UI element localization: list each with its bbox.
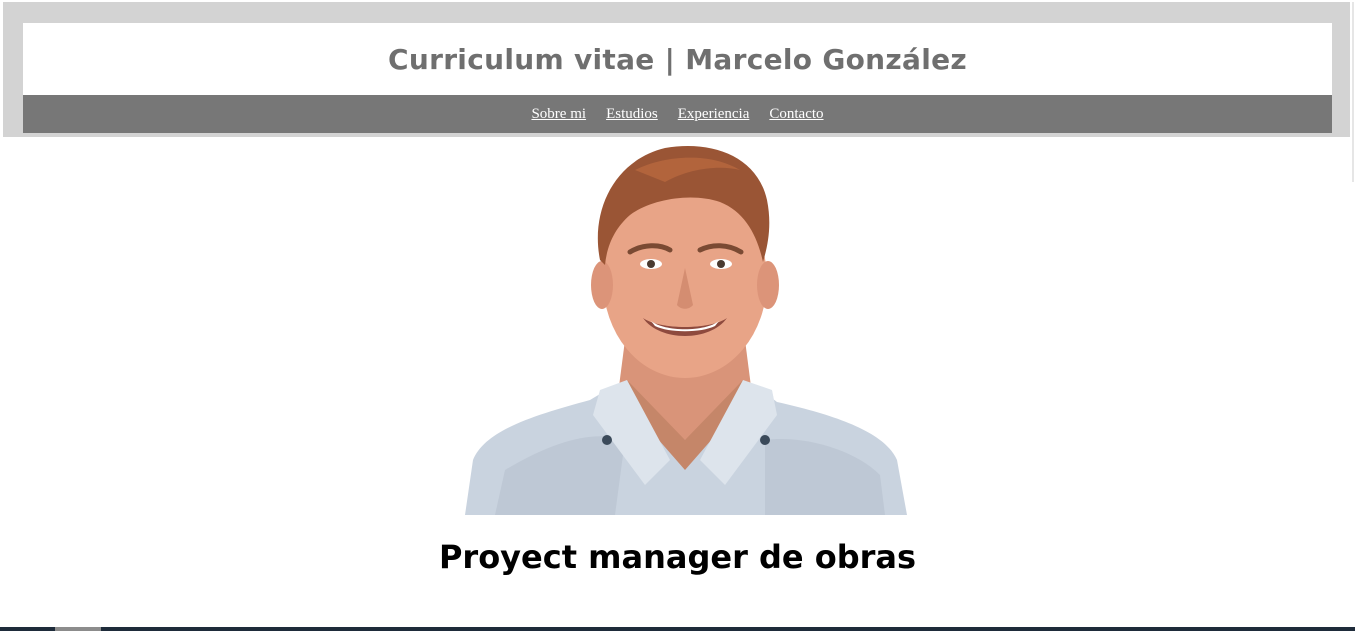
nav-link-sobre-mi[interactable]: Sobre mi xyxy=(531,106,586,123)
title-bar: Curriculum vitae | Marcelo González xyxy=(23,23,1332,95)
page-title: Curriculum vitae | Marcelo González xyxy=(388,42,967,76)
nav-link-estudios[interactable]: Estudios xyxy=(606,106,658,123)
nav-link-experiencia[interactable]: Experiencia xyxy=(678,106,750,123)
profile-photo xyxy=(465,145,907,515)
page-scrollbar-edge xyxy=(1352,2,1354,182)
job-title: Proyect manager de obras xyxy=(438,538,917,576)
bottom-edge-bar xyxy=(0,627,1355,631)
horizontal-scrollbar-thumb[interactable] xyxy=(55,627,101,631)
main-nav: Sobre mi Estudios Experiencia Contacto xyxy=(23,95,1332,133)
header-frame: Curriculum vitae | Marcelo González Sobr… xyxy=(3,2,1350,137)
nav-link-contacto[interactable]: Contacto xyxy=(769,106,823,123)
